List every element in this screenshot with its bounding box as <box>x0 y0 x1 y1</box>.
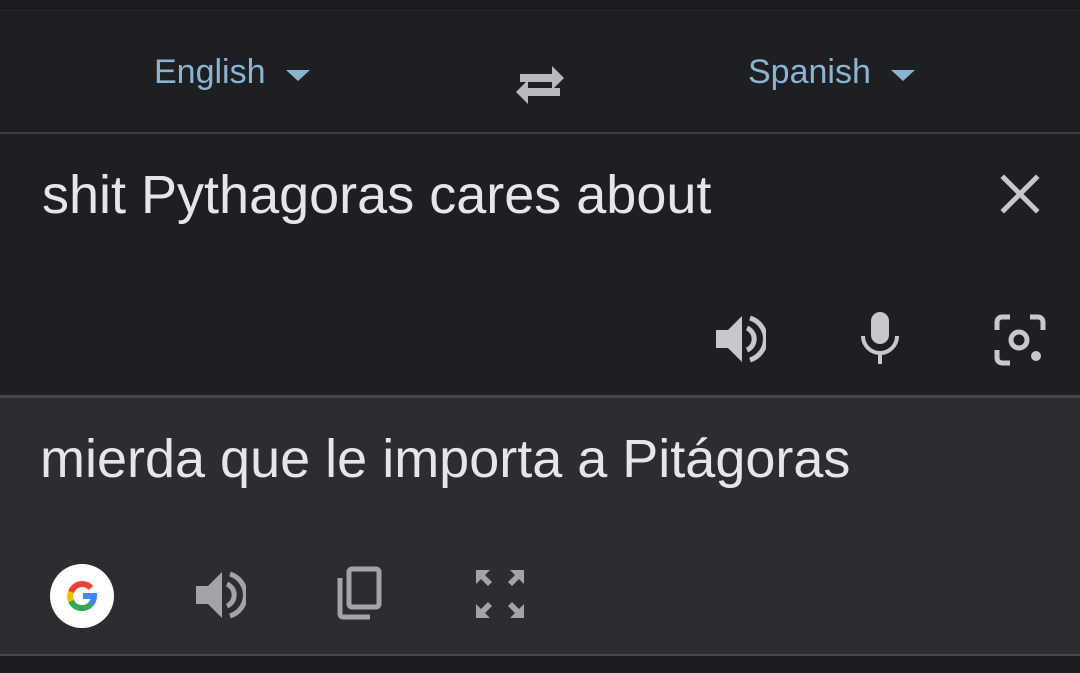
camera-icon[interactable] <box>994 314 1046 366</box>
source-panel: shit Pythagoras cares about <box>0 134 1080 396</box>
speaker-icon[interactable] <box>194 570 246 620</box>
source-language-selector[interactable]: English <box>154 50 310 94</box>
swap-icon[interactable] <box>512 62 568 106</box>
translation-panel: mierda que le importa a Pitágoras <box>0 398 1080 654</box>
target-language-label: Spanish <box>748 52 871 91</box>
caret-down-icon <box>890 69 915 81</box>
speaker-icon[interactable] <box>714 314 766 364</box>
bottom-edge <box>0 656 1080 673</box>
caret-down-icon <box>285 69 310 81</box>
fullscreen-icon[interactable] <box>474 568 526 620</box>
target-language-selector[interactable]: Spanish <box>748 50 915 94</box>
translation-text: mierda que le importa a Pitágoras <box>40 429 851 489</box>
source-text-input[interactable]: shit Pythagoras cares about <box>42 164 711 226</box>
top-edge <box>0 0 1080 11</box>
copy-icon[interactable] <box>334 566 382 620</box>
close-icon[interactable] <box>996 170 1044 218</box>
google-logo-icon[interactable] <box>50 564 114 628</box>
language-bar: English Spanish <box>0 12 1080 132</box>
microphone-icon[interactable] <box>860 310 900 366</box>
source-language-label: English <box>154 52 266 91</box>
